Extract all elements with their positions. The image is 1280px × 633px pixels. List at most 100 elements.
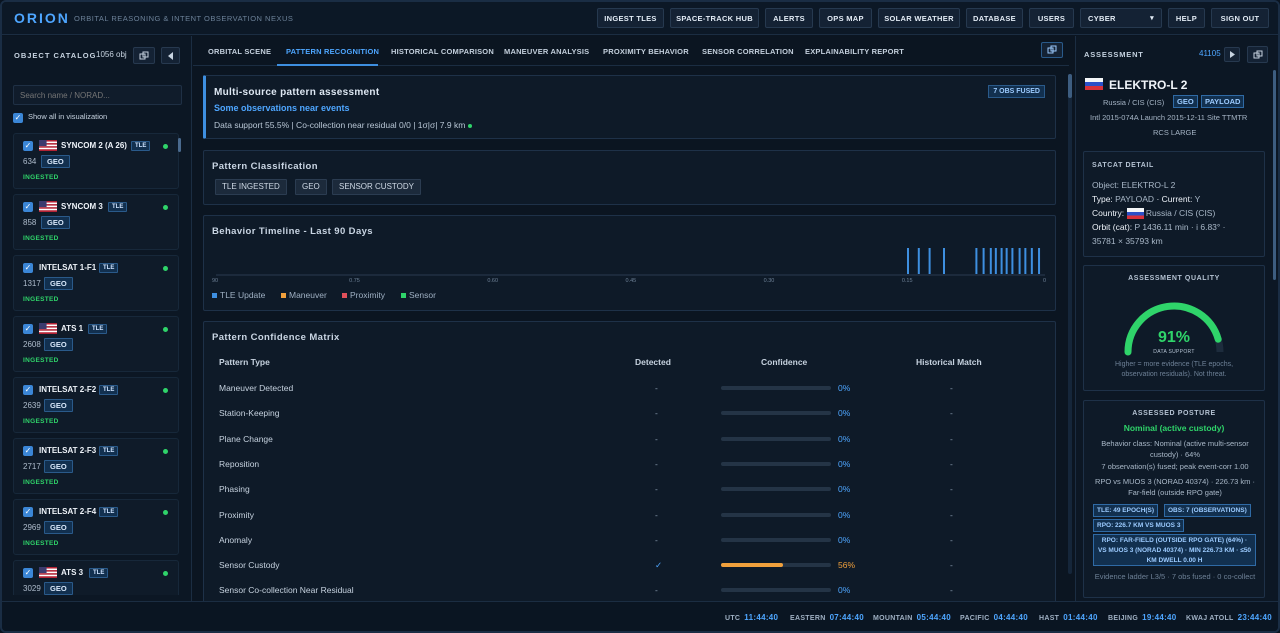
clock-utc: UTC 11:44:40	[725, 613, 778, 622]
show-all-label: Show all in visualization	[28, 112, 108, 121]
list-item[interactable]: ✓ SYNCOM 3 TLE 858 GEO INGESTED	[13, 194, 179, 250]
tab-maneuver-analysis[interactable]: MANEUVER ANALYSIS	[504, 47, 589, 56]
list-item[interactable]: ✓ SYNCOM 2 (A 26) TLE 634 GEO INGESTED	[13, 133, 179, 189]
clock-zone: MOUNTAIN	[873, 615, 913, 622]
tle-badge: TLE	[99, 507, 119, 517]
flag-ru-icon	[1085, 78, 1103, 90]
posture-fused: 7 observation(s) fused; peak event-corr …	[1101, 462, 1249, 471]
pattern-name: Phasing	[219, 484, 250, 495]
tab-orbital-scene[interactable]: ORBITAL SCENE	[208, 47, 271, 56]
app-tagline: ORBITAL REASONING & INTENT OBSERVATION N…	[74, 14, 294, 23]
nav-ingest-tles[interactable]: INGEST TLES	[597, 8, 664, 28]
pattern-detected: -	[655, 433, 658, 444]
nav-sign-out[interactable]: SIGN OUT	[1211, 8, 1269, 28]
nav-users[interactable]: USERS	[1029, 8, 1074, 28]
tab-explainability-report[interactable]: EXPLAINABILITY REPORT	[805, 47, 904, 56]
item-checkbox[interactable]: ✓	[23, 202, 33, 212]
flag-us-icon	[39, 201, 57, 212]
legend-label: Proximity	[350, 290, 385, 300]
nav-ops-map[interactable]: OPS MAP	[819, 8, 872, 28]
list-item[interactable]: ✓ ATS 3 TLE 3029 GEO INGESTED	[13, 560, 179, 595]
app-logo[interactable]: ORION	[14, 10, 70, 26]
right-scrollbar[interactable]	[1273, 70, 1276, 280]
center-scrollbar[interactable]	[1068, 74, 1072, 574]
list-item[interactable]: ✓ INTELSAT 2-F4 TLE 2969 GEO INGESTED	[13, 499, 179, 555]
item-checkbox[interactable]: ✓	[23, 141, 33, 151]
satcat-country-value: Russia / CIS (CIS)	[1145, 208, 1216, 218]
confidence-bar	[721, 512, 831, 517]
item-checkbox[interactable]: ✓	[23, 568, 33, 578]
matrix-row: Station-Keeping - 0% -	[219, 408, 1049, 433]
satcat-country-label: Country:	[1092, 208, 1125, 218]
mode-select[interactable]: CYBER ▾	[1080, 8, 1162, 28]
list-item[interactable]: ✓ INTELSAT 2-F3 TLE 2717 GEO INGESTED	[13, 438, 179, 494]
satcat-title: SATCAT DETAIL	[1092, 162, 1154, 169]
nav-solar-weather[interactable]: SOLAR WEATHER	[878, 8, 960, 28]
pattern-detected: -	[655, 484, 658, 495]
timeline-event-tle-update	[1000, 248, 1003, 274]
item-checkbox[interactable]: ✓	[23, 507, 33, 517]
item-checkbox[interactable]: ✓	[23, 324, 33, 334]
status-dot-icon	[163, 144, 168, 149]
timeline-event-tle-update	[928, 248, 931, 274]
matrix-header-type: Pattern Type	[219, 357, 270, 367]
clock-eastern: EASTERN 07:44:40	[790, 613, 864, 622]
list-item[interactable]: ✓ ATS 1 TLE 2608 GEO INGESTED	[13, 316, 179, 372]
historical-match: -	[950, 408, 953, 419]
show-all-checkbox[interactable]: ✓	[13, 113, 23, 123]
center-scroll-thumb[interactable]	[1068, 74, 1072, 98]
tle-badge: TLE	[88, 324, 108, 334]
status-dot-icon	[163, 327, 168, 332]
confidence-matrix-panel: Pattern Confidence Matrix Pattern Type D…	[203, 321, 1056, 603]
pattern-detected: -	[655, 458, 658, 469]
confidence-bar	[721, 411, 831, 416]
item-checkbox[interactable]: ✓	[23, 446, 33, 456]
catalog-search-input[interactable]	[13, 85, 182, 105]
ingest-status: INGESTED	[23, 418, 59, 425]
clock-zone: BEIJING	[1108, 615, 1139, 622]
collapse-left-icon[interactable]	[161, 47, 180, 64]
satcat-orbit-label: Orbit (cat):	[1092, 222, 1133, 232]
chevron-down-icon: ▾	[1150, 15, 1154, 22]
tab-proximity-behavior[interactable]: PROXIMITY BEHAVIOR	[603, 47, 689, 56]
popout-icon[interactable]	[133, 47, 155, 64]
posture-tag: RPO: 226.7 KM VS MUOS 3	[1093, 519, 1185, 532]
timeline-event-tle-update	[1030, 248, 1033, 274]
list-item[interactable]: ✓ INTELSAT 1-F1 TLE 1317 GEO INGESTED	[13, 255, 179, 311]
confidence-bar	[721, 461, 831, 466]
classification-title: Pattern Classification	[212, 161, 318, 172]
nav-alerts[interactable]: ALERTS	[765, 8, 813, 28]
tle-badge: TLE	[99, 263, 119, 273]
catalog-title: OBJECT CATALOG	[14, 51, 97, 60]
status-dot-icon	[163, 205, 168, 210]
flag-us-icon	[39, 140, 57, 151]
pattern-detected: -	[655, 383, 658, 393]
popout-icon[interactable]	[1247, 46, 1268, 63]
classification-chip: GEO	[295, 179, 327, 195]
clock-time: 19:44:40	[1142, 613, 1177, 622]
item-checkbox[interactable]: ✓	[23, 385, 33, 395]
type-tag: PAYLOAD	[1201, 95, 1245, 108]
object-name: SYNCOM 2 (A 26)	[61, 141, 127, 150]
tab-historical-comparison[interactable]: HISTORICAL COMPARISON	[391, 47, 494, 56]
nav-help[interactable]: HELP	[1168, 8, 1205, 28]
nav-space-track-hub[interactable]: SPACE-TRACK HUB	[670, 8, 759, 28]
popout-icon[interactable]	[1041, 42, 1063, 58]
object-name: SYNCOM 3	[61, 202, 103, 211]
posture-tag: TLE: 49 EPOCH(S)	[1093, 504, 1159, 517]
catalog-scrollbar[interactable]	[178, 138, 181, 152]
pattern-detected: -	[655, 534, 658, 545]
pattern-detected: -	[655, 408, 658, 419]
tab-sensor-correlation[interactable]: SENSOR CORRELATION	[702, 47, 794, 56]
nav-database[interactable]: DATABASE	[966, 8, 1023, 28]
timeline-chart: 90 0.75 0.60 0.45 0.30 0.15 0	[212, 248, 1046, 284]
tab-pattern-recognition[interactable]: PATTERN RECOGNITION	[286, 47, 379, 56]
status-dot-icon	[467, 123, 472, 128]
list-item[interactable]: ✓ INTELSAT 2-F2 TLE 2639 GEO INGESTED	[13, 377, 179, 433]
clock-time: 07:44:40	[829, 613, 864, 622]
play-icon[interactable]	[1224, 47, 1240, 62]
item-checkbox[interactable]: ✓	[23, 263, 33, 273]
pattern-name: Sensor Custody	[219, 560, 280, 571]
obs-fused-badge: 7 OBS FUSED	[988, 85, 1045, 98]
orbit-badge: GEO	[41, 216, 70, 229]
